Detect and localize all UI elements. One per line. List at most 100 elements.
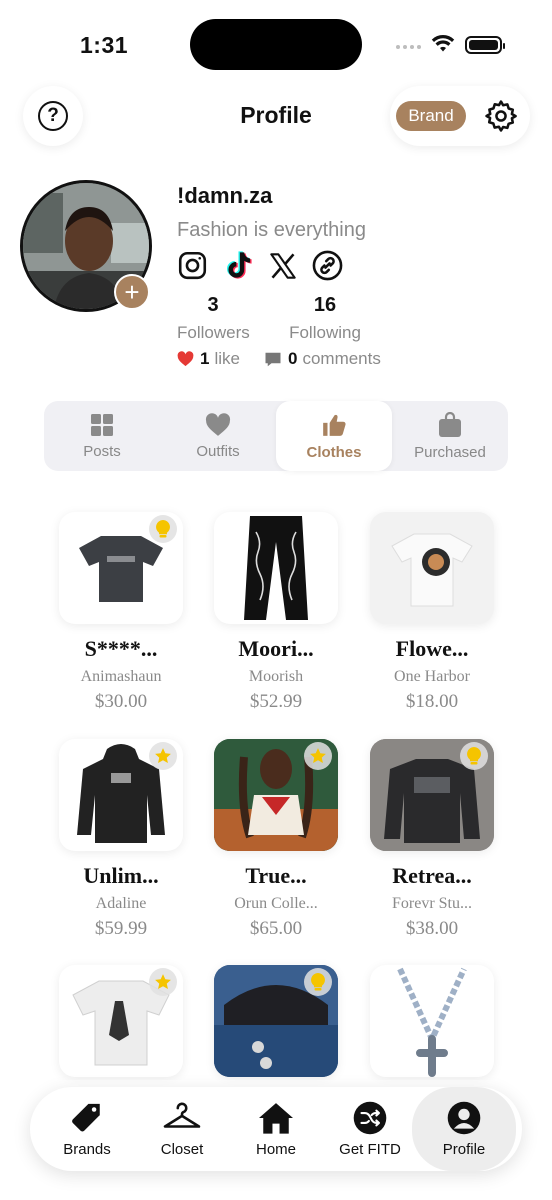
lightbulb-icon[interactable] — [460, 742, 488, 770]
wifi-icon — [431, 34, 455, 52]
item-price: $30.00 — [94, 691, 148, 712]
bio: Fashion is everything — [177, 219, 366, 241]
tab-purchased[interactable]: Purchased — [392, 401, 508, 471]
thumbs-up-icon — [323, 414, 346, 436]
gear-icon[interactable] — [484, 99, 518, 133]
star-icon[interactable] — [149, 968, 177, 996]
nav-brands[interactable]: Brands — [38, 1087, 136, 1171]
item-image — [370, 512, 494, 624]
star-icon[interactable] — [304, 742, 332, 770]
item-brand: Forevr Stu... — [392, 895, 472, 912]
comment-icon — [265, 352, 281, 366]
tab-outfits-label: Outfits — [196, 442, 240, 460]
item-image — [214, 965, 338, 1077]
status-bar: 1:31 — [0, 0, 552, 90]
link-icon[interactable] — [312, 250, 343, 281]
item-image — [59, 512, 183, 624]
nav-get-fitd[interactable]: Get FITD — [321, 1087, 419, 1171]
item-brand: Adaline — [95, 895, 147, 912]
tab-clothes-label: Clothes — [306, 443, 362, 461]
item-name: True... — [245, 863, 307, 888]
comments-count: 0 — [287, 349, 298, 368]
item-image — [214, 739, 338, 851]
bottom-nav: Brands Closet Home Get FITD Profile — [30, 1087, 522, 1171]
heart-icon — [177, 351, 194, 367]
cellular-signal-icon — [396, 45, 421, 49]
nav-profile-label: Profile — [442, 1140, 486, 1158]
instagram-icon[interactable] — [177, 250, 208, 281]
item-brand: Orun Colle... — [234, 895, 318, 912]
item-brand: Moorish — [248, 668, 304, 685]
clothing-item[interactable] — [370, 965, 494, 1077]
item-name: Moori... — [238, 636, 314, 661]
heart-icon — [205, 412, 231, 436]
battery-icon — [465, 36, 505, 54]
likes-count: 1 — [200, 349, 210, 368]
lightbulb-icon[interactable] — [304, 968, 332, 996]
dynamic-island — [190, 19, 362, 70]
nav-profile[interactable]: Profile — [412, 1087, 516, 1171]
item-name: S****... — [84, 636, 158, 661]
followers-count: 3 — [207, 294, 219, 316]
clothing-item[interactable] — [59, 965, 183, 1077]
item-name: Flowe... — [395, 636, 469, 661]
item-image — [370, 965, 494, 1077]
comments-label: comments — [302, 349, 381, 368]
nav-closet-label: Closet — [160, 1140, 204, 1158]
item-brand: Animashaun — [80, 668, 162, 685]
item-name: Retrea... — [392, 863, 472, 888]
followers-label: Followers — [177, 323, 250, 342]
social-links — [177, 250, 343, 281]
item-price: $38.00 — [405, 918, 459, 939]
clothing-item[interactable]: S****... Animashaun $30.00 — [59, 512, 183, 713]
shopping-bag-icon — [439, 411, 461, 437]
clothing-item[interactable]: Unlim... Adaline $59.99 — [59, 739, 183, 940]
item-name: Unlim... — [83, 863, 159, 888]
item-price: $59.99 — [94, 918, 148, 939]
clothing-item[interactable]: True... Orun Colle... $65.00 — [214, 739, 338, 940]
tab-posts[interactable]: Posts — [44, 401, 160, 471]
lightbulb-icon[interactable] — [149, 515, 177, 543]
item-image — [59, 965, 183, 1077]
nav-brands-label: Brands — [63, 1140, 111, 1158]
clothing-item[interactable]: Flowe... One Harbor $18.00 — [370, 512, 494, 713]
profile-avatar[interactable]: + — [20, 180, 152, 312]
tab-posts-label: Posts — [83, 442, 121, 460]
nav-closet[interactable]: Closet — [133, 1087, 231, 1171]
tiktok-icon[interactable] — [222, 250, 253, 281]
following-stat[interactable]: 16 Following — [289, 294, 361, 343]
status-time: 1:31 — [80, 32, 129, 58]
home-icon — [257, 1101, 295, 1135]
profile-tabs: Posts Outfits Clothes Purchased — [44, 401, 508, 471]
add-photo-button[interactable]: + — [114, 274, 150, 310]
nav-home[interactable]: Home — [227, 1087, 325, 1171]
brand-button[interactable]: Brand — [396, 101, 466, 131]
grid-icon — [91, 413, 113, 436]
clothing-item[interactable]: Moori... Moorish $52.99 — [214, 512, 338, 713]
nav-get-fitd-label: Get FITD — [339, 1140, 401, 1158]
header-actions: Brand — [390, 86, 530, 146]
tab-outfits[interactable]: Outfits — [160, 401, 276, 471]
following-label: Following — [289, 323, 361, 342]
following-count: 16 — [313, 294, 337, 316]
item-image — [59, 739, 183, 851]
clothing-item[interactable] — [214, 965, 338, 1077]
item-price: $65.00 — [249, 918, 303, 939]
clothing-item[interactable]: Retrea... Forevr Stu... $38.00 — [370, 739, 494, 940]
username: !damn.za — [177, 183, 273, 208]
item-price: $18.00 — [405, 691, 459, 712]
x-icon[interactable] — [267, 250, 298, 281]
tag-icon — [70, 1101, 104, 1135]
followers-stat[interactable]: 3 Followers — [177, 294, 250, 343]
nav-home-label: Home — [255, 1140, 296, 1158]
item-price: $52.99 — [249, 691, 303, 712]
likes-label: like — [214, 349, 240, 368]
user-icon — [447, 1101, 481, 1135]
hanger-icon — [162, 1101, 202, 1135]
tab-clothes[interactable]: Clothes — [276, 401, 392, 471]
engagement-row: 1 like 0 comments — [177, 349, 381, 369]
tab-purchased-label: Purchased — [414, 443, 486, 461]
item-image — [370, 739, 494, 851]
star-icon[interactable] — [149, 742, 177, 770]
item-image — [214, 512, 338, 624]
